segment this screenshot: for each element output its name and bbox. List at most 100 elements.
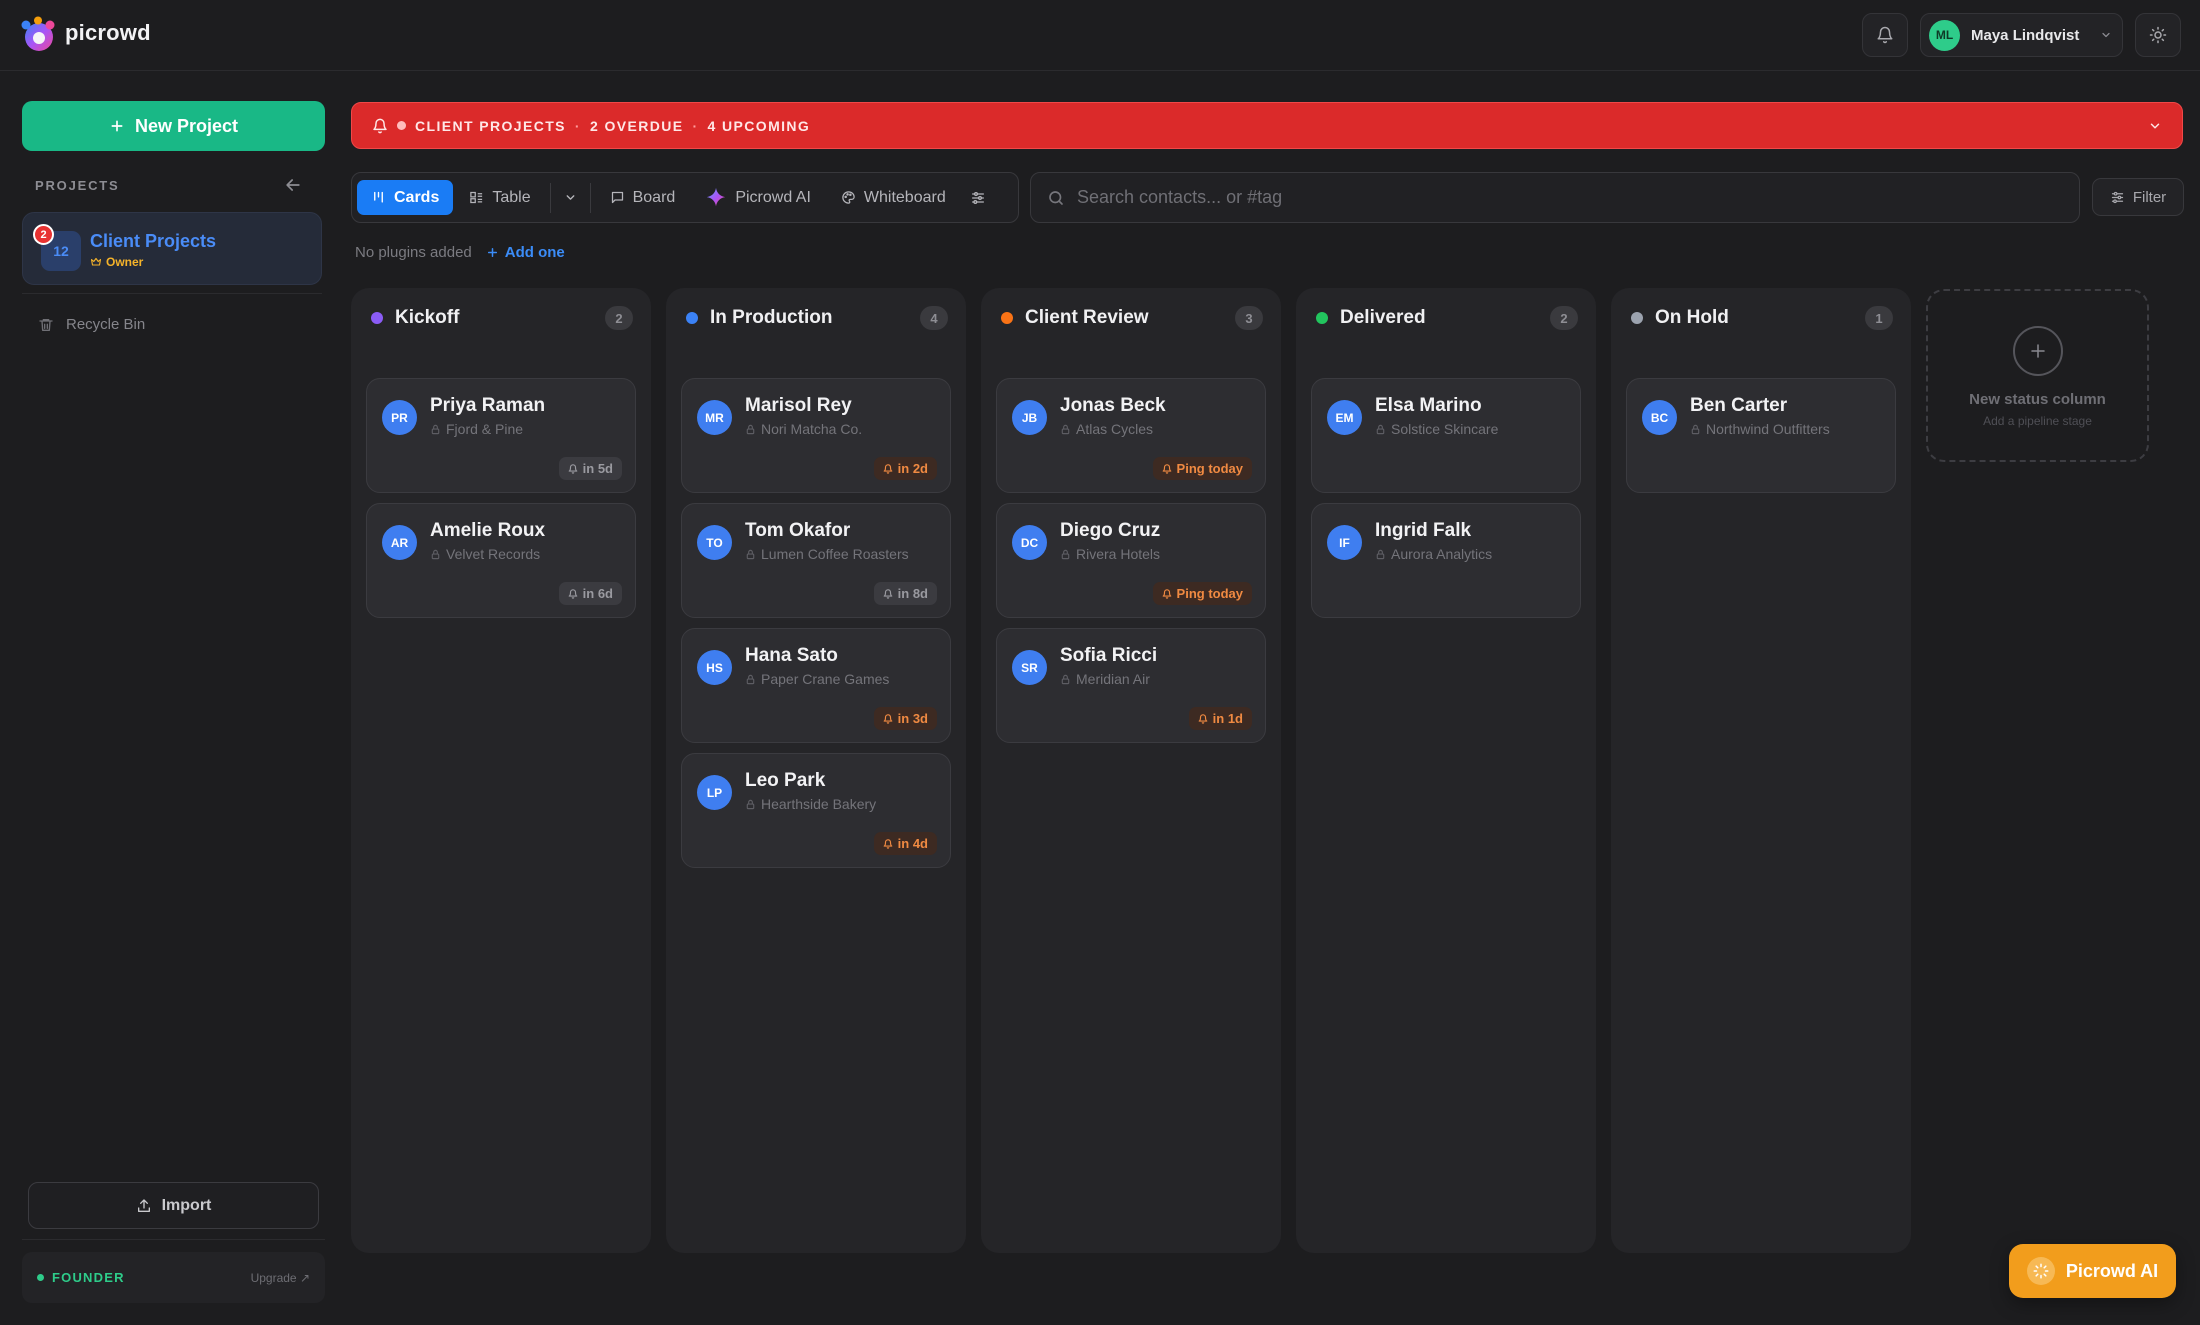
bell-icon bbox=[1198, 713, 1207, 724]
notifications-button[interactable] bbox=[1862, 13, 1908, 57]
contact-card[interactable]: TO Tom Okafor Lumen Coffee Roasters in 8… bbox=[681, 503, 951, 618]
filter-button[interactable]: Filter bbox=[2092, 178, 2184, 216]
sidebar-item-client-projects[interactable]: 12 2 Client Projects Owner bbox=[22, 212, 322, 285]
company: Rivera Hotels bbox=[1060, 546, 1160, 562]
view-table-button[interactable]: Table bbox=[455, 180, 544, 215]
bell-icon bbox=[1162, 588, 1171, 599]
contact-card[interactable]: LP Leo Park Hearthside Bakery in 4d bbox=[681, 753, 951, 868]
projects-section-label: PROJECTS bbox=[35, 178, 120, 193]
view-whiteboard-button[interactable]: Whiteboard bbox=[827, 180, 960, 215]
view-board-button[interactable]: Board bbox=[596, 180, 690, 215]
ai-assistant-label: Picrowd AI bbox=[2065, 1260, 2159, 1281]
contact-card[interactable]: AR Amelie Roux Velvet Records in 6d bbox=[366, 503, 636, 618]
import-button[interactable]: Import bbox=[28, 1182, 319, 1229]
new-status-column-button[interactable]: New status column Add a pipeline stage bbox=[1926, 289, 2149, 462]
divider bbox=[589, 182, 591, 213]
bell-icon bbox=[883, 713, 892, 724]
status-dot bbox=[686, 312, 698, 324]
company-name: Lumen Coffee Roasters bbox=[761, 546, 909, 562]
project-role: Owner bbox=[90, 255, 143, 269]
column-title: Client Review bbox=[1025, 307, 1149, 328]
reminder-badge: in 3d bbox=[873, 707, 937, 730]
sidebar-divider bbox=[22, 1239, 325, 1240]
filter-label: Filter bbox=[2132, 188, 2167, 206]
table-icon bbox=[470, 191, 483, 204]
contact-name: Amelie Roux bbox=[430, 520, 546, 541]
contact-name: Elsa Marino bbox=[1375, 395, 1482, 416]
upgrade-link[interactable]: Upgrade ↗ bbox=[251, 1271, 310, 1285]
column-header[interactable]: In Production 4 bbox=[686, 303, 948, 333]
view-cards-button[interactable]: Cards bbox=[357, 180, 454, 215]
lock-icon bbox=[1061, 549, 1070, 559]
import-label: Import bbox=[161, 1196, 212, 1214]
reminder-badge: in 2d bbox=[873, 457, 937, 480]
contact-card[interactable]: EM Elsa Marino Solstice Skincare bbox=[1311, 378, 1581, 493]
top-bar: picrowd ML Maya Lindqvist bbox=[0, 0, 2200, 71]
collapse-sidebar-icon[interactable] bbox=[283, 175, 303, 195]
sparkle-icon bbox=[707, 187, 726, 206]
deadline-alert-bar[interactable]: CLIENT PROJECTS · 2 OVERDUE · 4 UPCOMING bbox=[351, 102, 2183, 149]
ai-assistant-button[interactable]: Picrowd AI bbox=[2009, 1244, 2176, 1298]
company-name: Aurora Analytics bbox=[1391, 546, 1493, 562]
company-name: Rivera Hotels bbox=[1076, 546, 1161, 562]
avatar: LP bbox=[697, 775, 732, 810]
lock-icon bbox=[431, 549, 440, 559]
lock-icon bbox=[746, 799, 755, 809]
add-plugin-link[interactable]: Add one bbox=[486, 244, 565, 261]
company: Northwind Outfitters bbox=[1690, 421, 1830, 437]
column-header[interactable]: Delivered 2 bbox=[1316, 303, 1578, 333]
more-views-dropdown[interactable] bbox=[556, 180, 585, 215]
plan-status-dot bbox=[37, 1274, 44, 1281]
contact-card[interactable]: SR Sofia Ricci Meridian Air in 1d bbox=[996, 628, 1266, 743]
avatar: MR bbox=[697, 400, 732, 435]
avatar: SR bbox=[1012, 650, 1047, 685]
lock-icon bbox=[746, 424, 755, 434]
company-name: Meridian Air bbox=[1076, 671, 1150, 687]
sparkle-icon bbox=[2026, 1257, 2055, 1285]
company-name: Solstice Skincare bbox=[1391, 421, 1499, 437]
alert-overdue: 2 OVERDUE bbox=[589, 117, 684, 134]
view-ai-button[interactable]: Picrowd AI bbox=[691, 180, 825, 215]
contact-card[interactable]: IF Ingrid Falk Aurora Analytics bbox=[1311, 503, 1581, 618]
company: Velvet Records bbox=[430, 546, 540, 562]
recycle-bin-label: Recycle Bin bbox=[66, 316, 146, 333]
divider bbox=[549, 182, 551, 213]
reminder-badge: in 1d bbox=[1188, 707, 1252, 730]
status-dot bbox=[1316, 312, 1328, 324]
picrowd-logo-icon[interactable] bbox=[20, 16, 56, 52]
contact-card[interactable]: DC Diego Cruz Rivera Hotels Ping today bbox=[996, 503, 1266, 618]
plan-label: FOUNDER bbox=[52, 1270, 125, 1285]
contact-card[interactable]: MR Marisol Rey Nori Matcha Co. in 2d bbox=[681, 378, 951, 493]
chevron-down-icon[interactable] bbox=[2148, 119, 2162, 133]
reminder-badge: Ping today bbox=[1152, 457, 1252, 480]
contact-card[interactable]: HS Hana Sato Paper Crane Games in 3d bbox=[681, 628, 951, 743]
company-name: Velvet Records bbox=[446, 546, 541, 562]
avatar: PR bbox=[382, 400, 417, 435]
avatar: BC bbox=[1642, 400, 1677, 435]
company: Nori Matcha Co. bbox=[745, 421, 862, 437]
contact-card[interactable]: PR Priya Raman Fjord & Pine in 5d bbox=[366, 378, 636, 493]
lock-icon bbox=[1376, 549, 1385, 559]
column-header[interactable]: Client Review 3 bbox=[1001, 303, 1263, 333]
contact-name: Ingrid Falk bbox=[1375, 520, 1472, 541]
new-project-button[interactable]: New Project bbox=[22, 101, 325, 151]
column-header[interactable]: Kickoff 2 bbox=[371, 303, 633, 333]
view-settings-button[interactable] bbox=[962, 180, 994, 215]
recycle-bin-link[interactable]: Recycle Bin bbox=[38, 316, 145, 333]
reminder-label: in 2d bbox=[897, 461, 928, 476]
column-title: Kickoff bbox=[395, 307, 460, 328]
plugins-empty-text: No plugins added bbox=[355, 244, 472, 261]
lock-icon bbox=[746, 549, 755, 559]
cards-icon bbox=[374, 191, 383, 203]
theme-toggle-button[interactable] bbox=[2135, 13, 2181, 57]
company-name: Paper Crane Games bbox=[761, 671, 890, 687]
contact-card[interactable]: BC Ben Carter Northwind Outfitters bbox=[1626, 378, 1896, 493]
new-project-label: New Project bbox=[134, 115, 239, 136]
column-kickoff: Kickoff 2 PR Priya Raman Fjord & Pine in… bbox=[351, 288, 651, 1253]
contact-card[interactable]: JB Jonas Beck Atlas Cycles Ping today bbox=[996, 378, 1266, 493]
search-icon bbox=[1049, 190, 1063, 205]
column-on-hold: On Hold 1 BC Ben Carter Northwind Outfit… bbox=[1611, 288, 1911, 1253]
column-header[interactable]: On Hold 1 bbox=[1631, 303, 1893, 333]
user-menu-button[interactable]: ML Maya Lindqvist bbox=[1920, 13, 2123, 57]
search-input[interactable] bbox=[1077, 187, 2063, 208]
